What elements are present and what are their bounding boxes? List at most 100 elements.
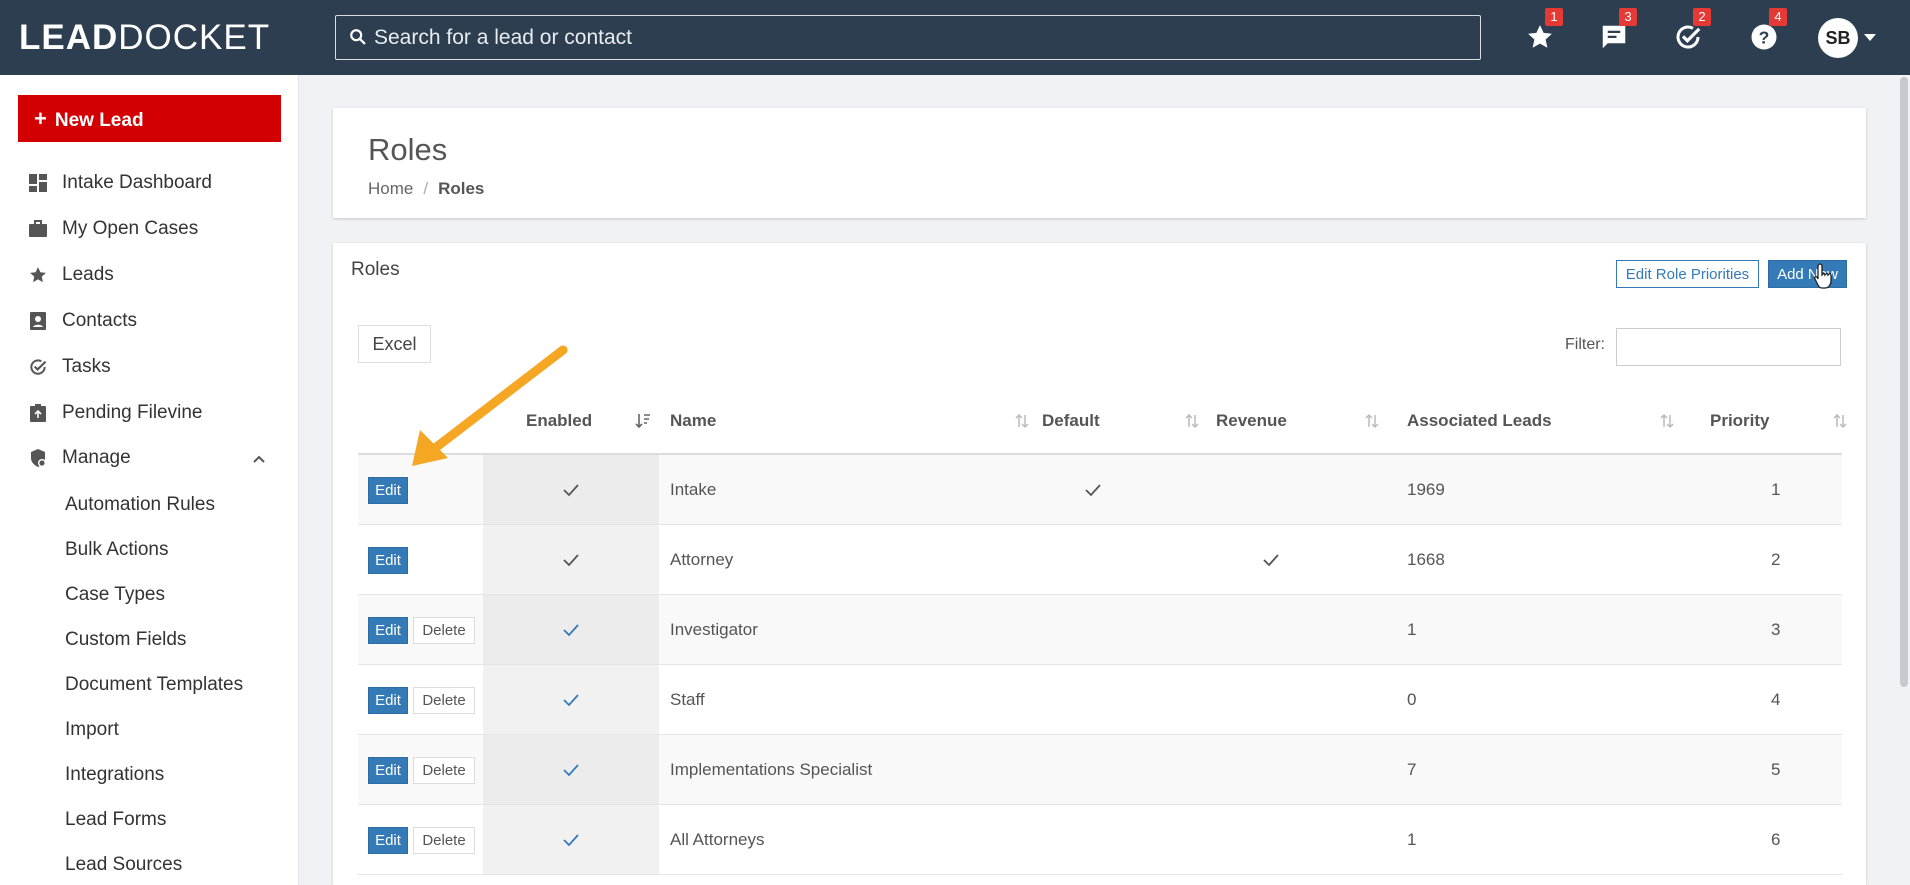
dashboard-icon	[28, 173, 48, 193]
breadcrumb: Home / Roles	[368, 179, 484, 199]
sort-icon[interactable]	[1364, 412, 1380, 430]
sidebar-item-label: Contacts	[62, 310, 137, 331]
sort-icon[interactable]	[1832, 412, 1848, 430]
add-new-button[interactable]: Add New	[1768, 260, 1847, 288]
scrollbar-thumb[interactable]	[1900, 77, 1908, 687]
edit-button[interactable]: Edit	[368, 687, 408, 714]
tasks-badge: 2	[1693, 8, 1711, 26]
messages-button[interactable]: 3	[1599, 8, 1637, 52]
check-circle-icon	[28, 357, 48, 377]
app-logo[interactable]: LEADDOCKET	[19, 18, 270, 58]
edit-button[interactable]: Edit	[368, 547, 408, 574]
search-input[interactable]	[374, 16, 1464, 59]
edit-role-priorities-button[interactable]: Edit Role Priorities	[1616, 260, 1759, 288]
column-header-enabled[interactable]: Enabled	[526, 386, 592, 455]
role-name-cell: Investigator	[670, 620, 758, 639]
new-lead-label: New Lead	[54, 110, 144, 131]
sidebar-subitem-integrations[interactable]: Integrations	[65, 764, 164, 786]
column-header-name[interactable]: Name	[670, 386, 716, 455]
associated-leads-cell: 1969	[1407, 480, 1445, 499]
priority-cell: 4	[1771, 690, 1781, 709]
chevron-up-icon[interactable]	[253, 453, 265, 465]
sidebar-item-label: My Open Cases	[62, 218, 199, 239]
enabled-check-icon	[562, 762, 580, 778]
sort-icon[interactable]	[1659, 412, 1675, 430]
sidebar-item-my-open-cases[interactable]: My Open Cases	[28, 214, 198, 244]
sidebar-item-label: Pending Filevine	[62, 402, 203, 423]
delete-button[interactable]: Delete	[413, 687, 475, 714]
chevron-down-icon[interactable]	[1864, 34, 1876, 41]
favorites-button[interactable]: 1	[1525, 8, 1563, 52]
sidebar-item-manage[interactable]: Manage	[28, 443, 131, 473]
sort-desc-icon[interactable]	[635, 412, 651, 430]
sidebar-item-contacts[interactable]: Contacts	[28, 306, 137, 336]
priority-cell: 1	[1771, 480, 1781, 499]
new-lead-button[interactable]: + New Lead	[18, 95, 281, 142]
edit-button[interactable]: Edit	[368, 757, 408, 784]
sidebar-item-intake-dashboard[interactable]: Intake Dashboard	[28, 168, 212, 198]
table-row: Edit Delete Implementations Specialist 7 5	[358, 735, 1842, 805]
edit-button[interactable]: Edit	[368, 827, 408, 854]
sidebar-subitem-custom-fields[interactable]: Custom Fields	[65, 629, 186, 651]
sidebar-subitem-document-templates[interactable]: Document Templates	[65, 674, 243, 696]
column-header-revenue[interactable]: Revenue	[1216, 386, 1287, 455]
sort-icon[interactable]	[1184, 412, 1200, 430]
help-icon: ?	[1751, 24, 1777, 50]
role-name-cell: Intake	[670, 480, 717, 499]
sidebar-subitem-bulk-actions[interactable]: Bulk Actions	[65, 539, 169, 561]
sidebar-item-pending-filevine[interactable]: Pending Filevine	[28, 398, 202, 428]
roles-table: Enabled Name Default Revenue Associated …	[358, 386, 1847, 875]
sidebar-item-leads[interactable]: Leads	[28, 260, 114, 290]
table-header: Enabled Name Default Revenue Associated …	[358, 386, 1847, 455]
help-button[interactable]: ? 4	[1749, 8, 1787, 52]
sidebar-item-tasks[interactable]: Tasks	[28, 352, 111, 382]
breadcrumb-separator: /	[423, 179, 429, 198]
associated-leads-cell: 0	[1407, 690, 1417, 709]
sidebar-item-label: Intake Dashboard	[62, 172, 212, 193]
sort-icon[interactable]	[1014, 412, 1030, 430]
top-bar: LEADDOCKET 1 3 2 ? 4 SB	[0, 0, 1910, 75]
excel-export-button[interactable]: Excel	[358, 325, 431, 363]
role-name-cell: Implementations Specialist	[670, 760, 873, 779]
page-title: Roles	[368, 132, 448, 167]
default-check-icon	[1084, 482, 1102, 498]
sidebar-subitem-lead-sources[interactable]: Lead Sources	[65, 854, 182, 876]
filter-input[interactable]	[1616, 328, 1841, 366]
panel-title: Roles	[351, 259, 400, 280]
sidebar-subitem-case-types[interactable]: Case Types	[65, 584, 165, 606]
column-header-priority[interactable]: Priority	[1710, 386, 1770, 455]
star-icon	[28, 265, 48, 285]
role-name-cell: Staff	[670, 690, 705, 709]
priority-cell: 5	[1771, 760, 1781, 779]
sidebar-subitem-automation-rules[interactable]: Automation Rules	[65, 494, 215, 516]
tasks-button[interactable]: 2	[1673, 8, 1711, 52]
delete-button[interactable]: Delete	[413, 827, 475, 854]
search-icon	[350, 29, 366, 45]
sidebar-item-label: Leads	[62, 264, 114, 285]
table-body: Edit Intake 1969 1 Edit Attorney 1668 2 Edit Dele…	[358, 455, 1842, 875]
table-row: Edit Delete Investigator 1 3	[358, 595, 1842, 665]
column-header-associated-leads[interactable]: Associated Leads	[1407, 386, 1552, 455]
chat-icon	[1602, 25, 1626, 49]
user-avatar[interactable]: SB	[1818, 18, 1858, 58]
priority-cell: 2	[1771, 550, 1781, 569]
page-header: Roles Home / Roles	[333, 108, 1866, 218]
sidebar: + New Lead Intake Dashboard My Open Cases…	[0, 75, 299, 885]
sidebar-subitem-lead-forms[interactable]: Lead Forms	[65, 809, 166, 831]
delete-button[interactable]: Delete	[413, 757, 475, 784]
table-row: Edit Intake 1969 1	[358, 455, 1842, 525]
contacts-icon	[28, 311, 48, 331]
delete-button[interactable]: Delete	[413, 617, 475, 644]
edit-button[interactable]: Edit	[368, 477, 408, 504]
breadcrumb-home[interactable]: Home	[368, 179, 413, 198]
sidebar-subitem-import[interactable]: Import	[65, 719, 119, 741]
hand-cursor-icon	[1813, 263, 1832, 289]
logo-text-bold: LEAD	[19, 18, 119, 57]
search-box[interactable]	[335, 15, 1481, 60]
associated-leads-cell: 7	[1407, 760, 1417, 779]
edit-button[interactable]: Edit	[368, 617, 408, 644]
priority-cell: 3	[1771, 620, 1781, 639]
filter-label: Filter:	[1565, 336, 1605, 353]
column-header-default[interactable]: Default	[1042, 386, 1100, 455]
page-scrollbar[interactable]	[1898, 75, 1910, 885]
